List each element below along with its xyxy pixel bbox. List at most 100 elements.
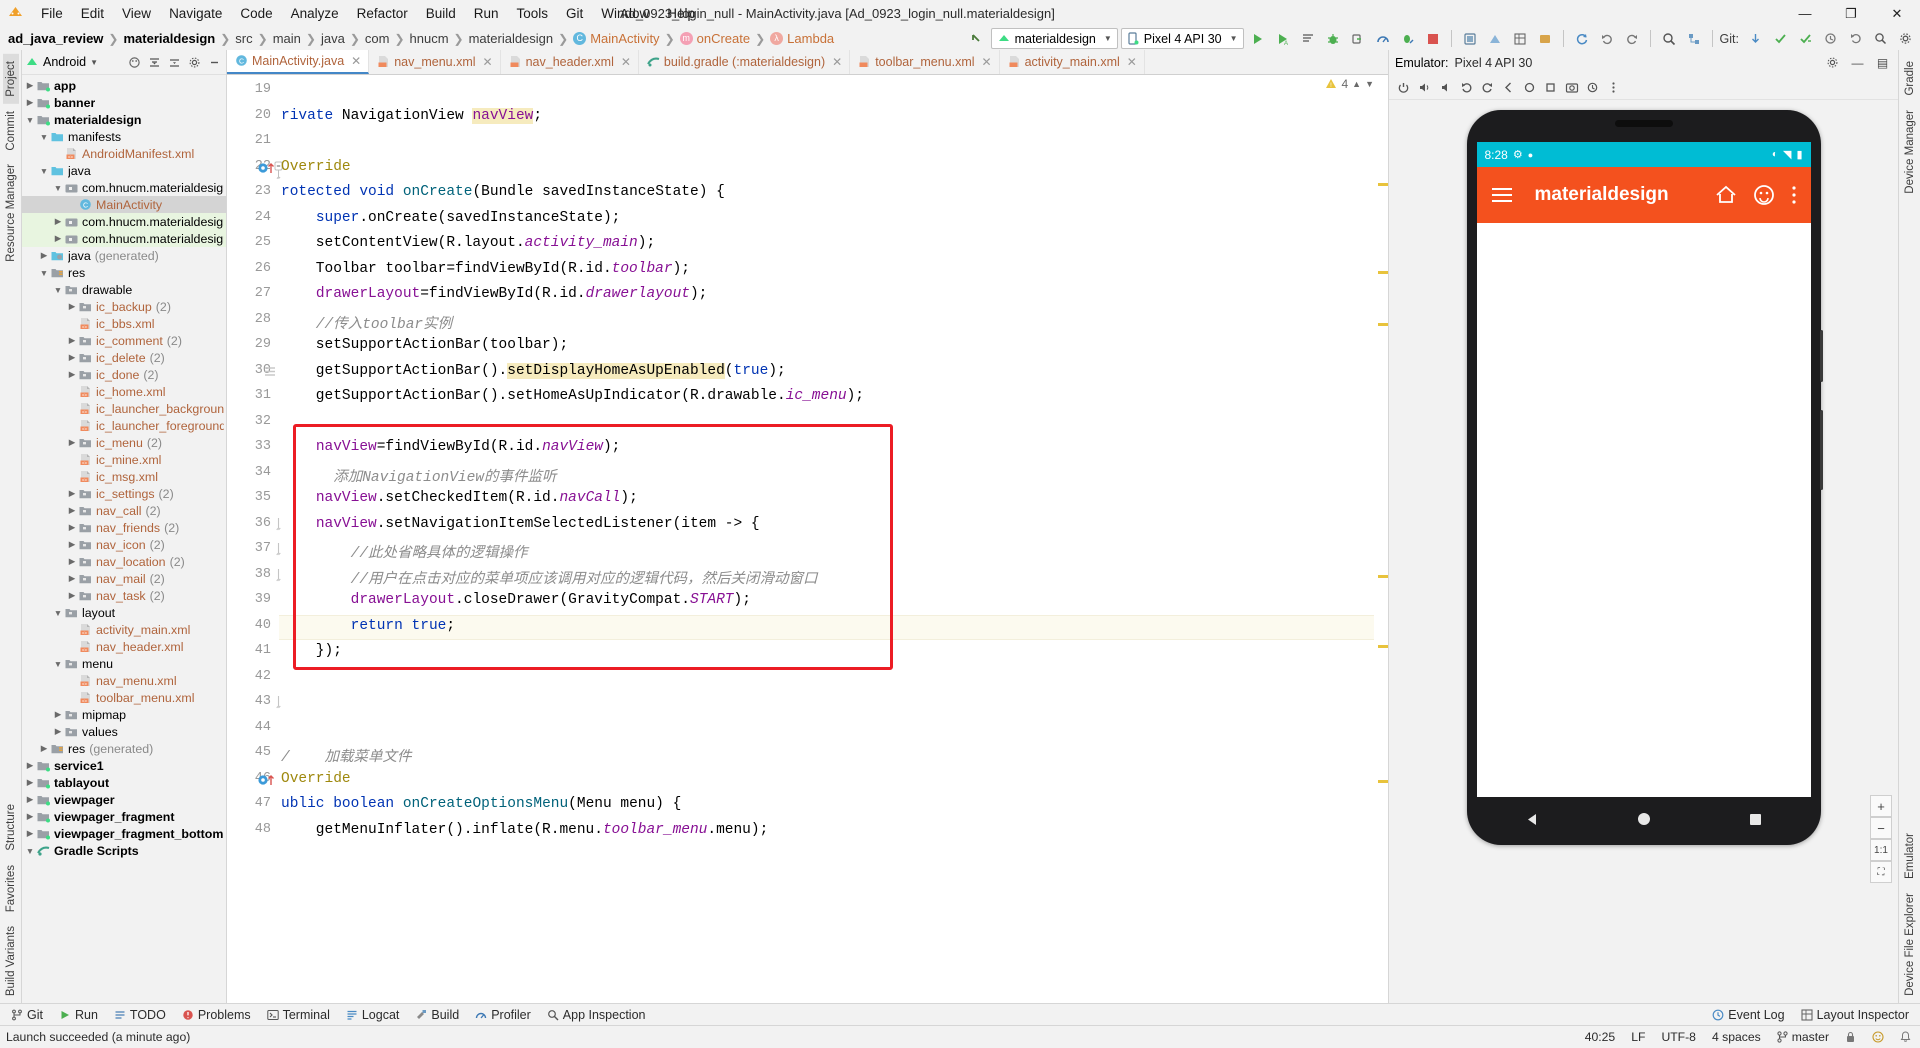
caret-position[interactable]: 40:25	[1582, 1030, 1619, 1044]
tree-node-nav_icon[interactable]: ▶ nav_icon (2)	[22, 536, 226, 553]
close-tab-icon[interactable]: ✕	[1127, 55, 1137, 69]
breadcrumb-item-9[interactable]: m onCreate	[679, 31, 750, 46]
recents-square-icon[interactable]	[1748, 812, 1763, 827]
menu-analyze[interactable]: Analyze	[282, 4, 348, 23]
code-line[interactable]: super.onCreate(savedInstanceState);	[281, 210, 621, 226]
rotate-right-icon[interactable]	[1478, 78, 1497, 97]
tree-node-res[interactable]: ▶ res (generated)	[22, 740, 226, 757]
tree-node-ic_backup[interactable]: ▶ ic_backup (2)	[22, 298, 226, 315]
tree-node-menu[interactable]: ▼ menu	[22, 655, 226, 672]
code-line[interactable]: //用户在点击对应的菜单项应该调用对应的逻辑代码，然后关闭滑动窗口	[281, 567, 818, 588]
tree-node-java[interactable]: ▼ java	[22, 162, 226, 179]
chevron-right-icon[interactable]: ▶	[52, 709, 64, 720]
tree-node-nav_header-xml[interactable]: <> nav_header.xml	[22, 638, 226, 655]
home-circle-icon[interactable]	[1636, 811, 1652, 827]
close-tab-icon[interactable]: ✕	[483, 55, 493, 69]
chevron-right-icon[interactable]: ▶	[24, 97, 36, 108]
chevron-right-icon[interactable]: ▶	[24, 777, 36, 788]
line-number[interactable]: 28	[255, 312, 271, 327]
zoom-in-button[interactable]: +	[1870, 795, 1892, 817]
code-line[interactable]: rivate NavigationView navView;	[281, 107, 542, 124]
line-number[interactable]: 25	[255, 235, 271, 250]
chevron-down-icon[interactable]: ▼	[38, 268, 50, 278]
line-number[interactable]: 32	[255, 414, 271, 429]
undo-icon[interactable]	[1596, 28, 1618, 49]
avd-manager-icon[interactable]	[1459, 28, 1481, 49]
line-number[interactable]: 37	[255, 541, 271, 556]
code-line[interactable]: getSupportActionBar().setDisplayHomeAsUp…	[281, 362, 786, 379]
code-line[interactable]: return true;	[281, 618, 455, 634]
tree-node-activity_main-xml[interactable]: <> activity_main.xml	[22, 621, 226, 638]
editor-tab-mainactivity-java[interactable]: C MainActivity.java ✕	[227, 50, 370, 74]
more-options-icon[interactable]	[1604, 78, 1623, 97]
git-update-icon[interactable]	[1744, 28, 1766, 49]
menu-file[interactable]: File	[32, 4, 72, 23]
tree-node-banner[interactable]: ▶ banner	[22, 94, 226, 111]
editor-tab-activity_main-xml[interactable]: activity_main.xml ✕	[1000, 50, 1145, 74]
run-coverage-icon[interactable]: A	[1272, 28, 1294, 49]
line-number[interactable]: 47	[255, 796, 271, 811]
tree-node-drawable[interactable]: ▼ drawable	[22, 281, 226, 298]
chevron-right-icon[interactable]: ▶	[66, 505, 78, 516]
project-view-selector[interactable]: Android ▼	[25, 55, 98, 69]
redo-icon[interactable]	[1621, 28, 1643, 49]
tree-node-layout[interactable]: ▼ layout	[22, 604, 226, 621]
chevron-down-icon[interactable]: ▼	[24, 115, 36, 125]
emulator-zoom-controls[interactable]: + − 1:1 ⛶	[1870, 795, 1892, 883]
lock-icon[interactable]	[1842, 1031, 1859, 1043]
menu-edit[interactable]: Edit	[72, 4, 113, 23]
tree-node-ic_menu[interactable]: ▶ ic_menu (2)	[22, 434, 226, 451]
editor-inspection-widget[interactable]: ! 4 ▲ ▼	[1325, 77, 1374, 91]
tool-tab-structure[interactable]: Structure	[3, 797, 19, 858]
screenshot-icon[interactable]	[1562, 78, 1581, 97]
tree-node-ic_bbs-xml[interactable]: <> ic_bbs.xml	[22, 315, 226, 332]
emulator-overview-icon[interactable]	[1541, 78, 1560, 97]
tree-node-androidmanifest-xml[interactable]: <> AndroidManifest.xml	[22, 145, 226, 162]
editor-inspection-stripe[interactable]	[1374, 75, 1388, 1003]
line-number[interactable]: 45	[255, 745, 271, 760]
code-line[interactable]: drawerLayout.closeDrawer(GravityCompat.S…	[281, 592, 751, 608]
tree-node-res[interactable]: ▼ res	[22, 264, 226, 281]
tool-tab-commit[interactable]: Commit	[3, 104, 19, 158]
line-number[interactable]: 20	[255, 108, 271, 123]
tool-tab-gradle[interactable]: Gradle	[1902, 54, 1918, 103]
sync-gradle-icon[interactable]	[1571, 28, 1593, 49]
volume-down-icon[interactable]	[1436, 78, 1455, 97]
project-tree[interactable]: ▶ app ▶ banner ▼ materialdesign ▼ manifests <> An…	[22, 75, 226, 1003]
code-line[interactable]: //传入toolbar实例	[281, 312, 452, 333]
breadcrumb-item-2[interactable]: src	[235, 31, 252, 46]
select-opened-file-icon[interactable]	[125, 53, 143, 71]
code-line[interactable]: //此处省略具体的逻辑操作	[281, 541, 528, 562]
tool-tab-build-variants[interactable]: Build Variants	[3, 919, 19, 1003]
tree-node-ic_launcher_background-[interactable]: <> ic_launcher_background.	[22, 400, 226, 417]
code-line[interactable]: navView.setNavigationItemSelectedListene…	[281, 516, 760, 532]
tree-node-toolbar_menu-xml[interactable]: <> toolbar_menu.xml	[22, 689, 226, 706]
close-button[interactable]: ✕	[1874, 0, 1920, 27]
editor-tab-strip[interactable]: C MainActivity.java ✕ nav_menu.xml ✕ nav_head…	[227, 50, 1388, 75]
editor-gutter[interactable]: 1920212223242526272829303132333435363738…	[227, 75, 283, 1003]
line-number[interactable]: 36	[255, 516, 271, 531]
smiley-icon[interactable]	[1869, 1031, 1887, 1043]
line-number[interactable]: 42	[255, 669, 271, 684]
editor-tab-nav_menu-xml[interactable]: nav_menu.xml ✕	[369, 50, 501, 74]
tool-window-build[interactable]: Build	[408, 1007, 466, 1023]
breadcrumb-item-7[interactable]: materialdesign	[469, 31, 554, 46]
line-number[interactable]: 23	[255, 184, 271, 199]
breadcrumb-item-4[interactable]: java	[321, 31, 345, 46]
tree-node-ic_done[interactable]: ▶ ic_done (2)	[22, 366, 226, 383]
stop-icon[interactable]	[1422, 28, 1444, 49]
breadcrumb-item-5[interactable]: com	[365, 31, 390, 46]
power-icon[interactable]	[1394, 78, 1413, 97]
zoom-fit-button[interactable]: ⛶	[1870, 861, 1892, 883]
attach-debugger-icon[interactable]	[1347, 28, 1369, 49]
android-nav-bar[interactable]	[1477, 799, 1811, 839]
chevron-right-icon[interactable]: ▶	[24, 794, 36, 805]
line-number[interactable]: 26	[255, 261, 271, 276]
menu-build[interactable]: Build	[417, 4, 465, 23]
back-triangle-icon[interactable]	[1524, 811, 1541, 828]
line-separator[interactable]: LF	[1628, 1030, 1648, 1044]
tree-node-tablayout[interactable]: ▶ tablayout	[22, 774, 226, 791]
code-line[interactable]: drawerLayout=findViewById(R.id.drawerlay…	[281, 286, 708, 302]
line-number[interactable]: 19	[255, 82, 271, 97]
close-tab-icon[interactable]: ✕	[351, 54, 361, 68]
